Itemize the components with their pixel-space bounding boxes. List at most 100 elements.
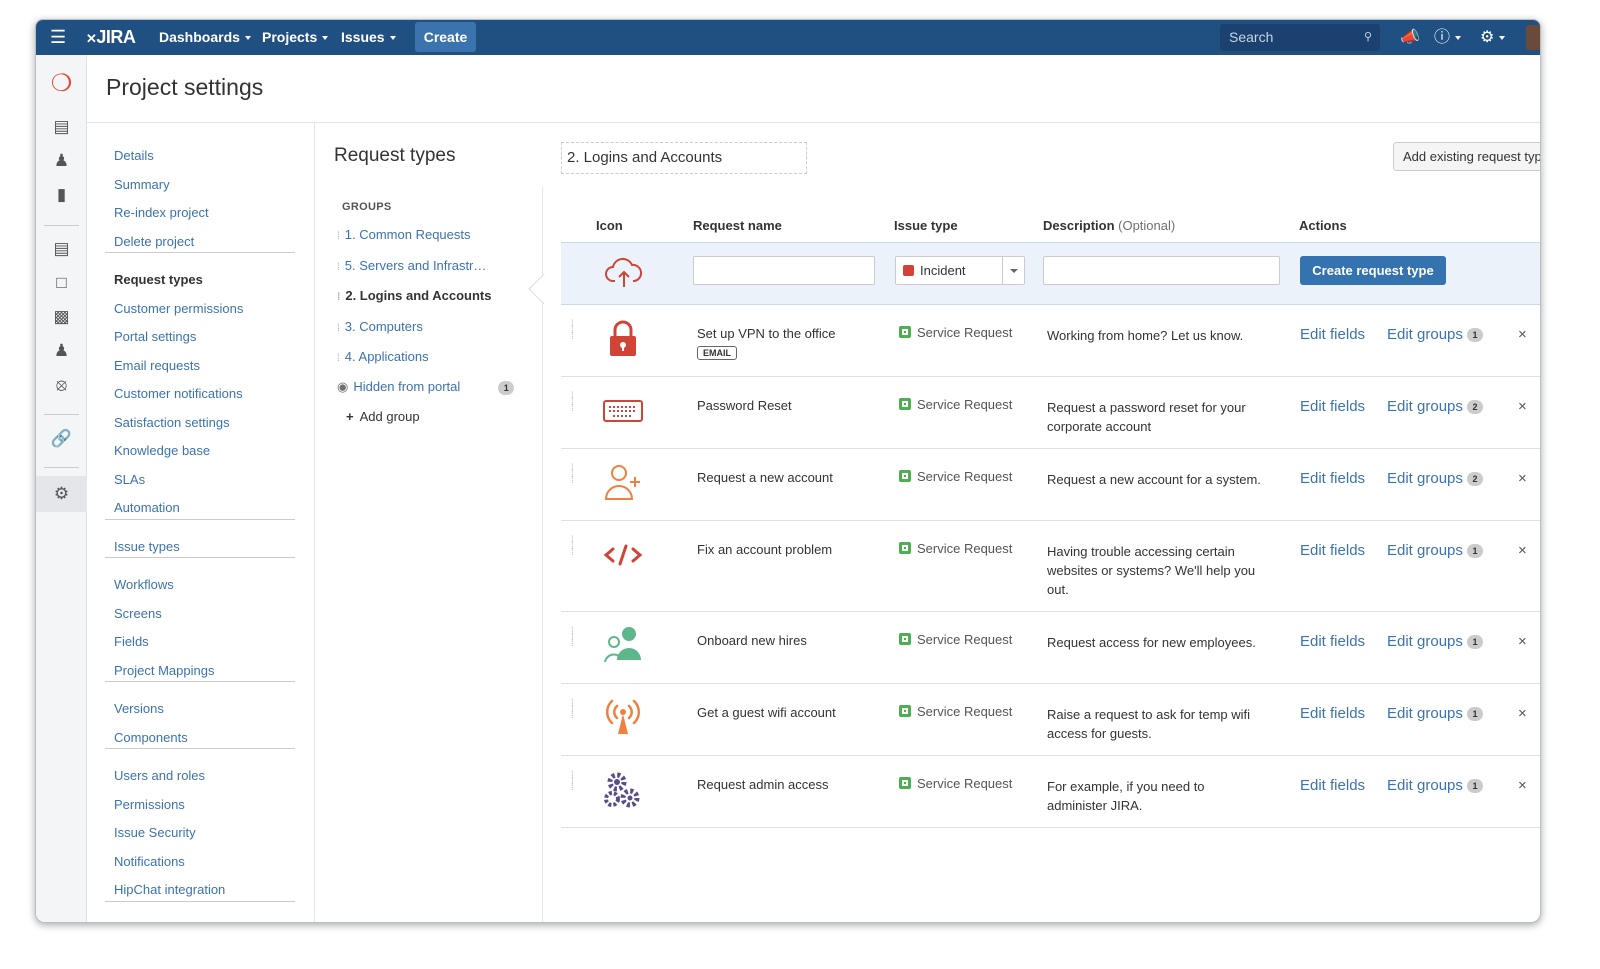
settings-nav-item[interactable]: Email requests <box>114 358 200 373</box>
backlog-icon[interactable]: □ <box>36 273 87 293</box>
app-switcher-icon[interactable]: ☰ <box>50 20 66 55</box>
drag-handle-icon[interactable]: ⁞ <box>337 353 340 364</box>
edit-fields-link[interactable]: Edit fields <box>1300 398 1365 415</box>
compass-icon[interactable]: ⦻ <box>36 375 87 395</box>
request-name-input[interactable] <box>693 256 875 285</box>
settings-nav-item[interactable]: Knowledge base <box>114 443 210 458</box>
reports-icon[interactable]: ▮ <box>36 185 87 205</box>
group-name-field[interactable]: 2. Logins and Accounts <box>561 142 807 174</box>
create-button[interactable]: Create <box>415 22 476 52</box>
settings-nav-item[interactable]: Details <box>114 148 154 163</box>
cloud-upload-icon[interactable] <box>605 257 643 294</box>
settings-icon[interactable]: ⚙ <box>36 476 87 512</box>
settings-nav-item[interactable]: Customer permissions <box>114 301 243 316</box>
drag-handle-icon[interactable]: ⁞ <box>337 323 340 334</box>
drag-handle-icon[interactable]: ⁞ ⁞ ⁞ <box>571 392 579 414</box>
group-item[interactable]: ⁞ 2. Logins and Accounts <box>337 288 492 303</box>
edit-groups-link[interactable]: Edit groups 1 <box>1387 705 1484 722</box>
delete-icon[interactable]: × <box>1518 470 1527 487</box>
link-icon[interactable]: 🔗 <box>36 429 87 449</box>
issue-type-select[interactable]: Incident <box>895 256 1025 285</box>
chevron-down-icon[interactable] <box>1002 257 1024 284</box>
drag-handle-icon[interactable]: ⁞ ⁞ ⁞ <box>571 320 579 342</box>
drag-handle-icon[interactable]: ⁞ <box>337 231 340 242</box>
gear-icon[interactable]: ⚙ <box>1480 20 1506 55</box>
settings-nav-item[interactable]: Portal settings <box>114 329 196 344</box>
nav-projects[interactable]: Projects <box>262 20 329 55</box>
settings-nav-item[interactable]: Fields <box>114 634 149 649</box>
code-icon[interactable] <box>601 533 645 577</box>
add-group-button[interactable]: + Add group <box>346 409 420 424</box>
edit-groups-link[interactable]: Edit groups 1 <box>1387 633 1484 650</box>
settings-nav-item[interactable]: Issue Security <box>114 825 196 840</box>
settings-nav-item[interactable]: HipChat integration <box>114 882 225 897</box>
delete-icon[interactable]: × <box>1518 777 1527 794</box>
drag-handle-icon[interactable]: ⁞ ⁞ ⁞ <box>571 699 579 721</box>
settings-nav-item[interactable]: Satisfaction settings <box>114 415 230 430</box>
add-user-icon[interactable] <box>601 461 645 505</box>
channels-icon[interactable]: ▩ <box>36 307 87 327</box>
invite-team-icon[interactable]: ♟ <box>36 341 87 361</box>
edit-fields-link[interactable]: Edit fields <box>1300 633 1365 650</box>
gears-icon[interactable] <box>601 768 645 812</box>
delete-icon[interactable]: × <box>1518 326 1527 343</box>
settings-nav-item[interactable]: Re-index project <box>114 205 209 220</box>
settings-nav-item[interactable]: Summary <box>114 177 170 192</box>
help-icon[interactable]: ⓘ <box>1434 20 1462 55</box>
settings-nav-item[interactable]: Customer notifications <box>114 386 243 401</box>
delete-icon[interactable]: × <box>1518 633 1527 650</box>
drag-handle-icon[interactable]: ⁞ ⁞ ⁞ <box>571 536 579 558</box>
settings-nav-item[interactable]: Request types <box>114 272 203 287</box>
edit-fields-link[interactable]: Edit fields <box>1300 705 1365 722</box>
delete-icon[interactable]: × <box>1518 398 1527 415</box>
project-avatar-icon[interactable]: ❍ <box>36 69 87 98</box>
delete-icon[interactable]: × <box>1518 542 1527 559</box>
group-item[interactable]: ⁞ 1. Common Requests <box>337 227 471 242</box>
edit-fields-link[interactable]: Edit fields <box>1300 326 1365 343</box>
nav-issues[interactable]: Issues <box>341 20 396 55</box>
drag-handle-icon[interactable]: ⁞ ⁞ ⁞ <box>571 464 579 486</box>
drag-handle-icon[interactable]: ⁞ <box>337 262 340 273</box>
edit-groups-link[interactable]: Edit groups 1 <box>1387 326 1484 343</box>
add-existing-request-type-button[interactable]: Add existing request typ <box>1393 142 1540 171</box>
settings-nav-item[interactable]: Automation <box>114 500 180 515</box>
edit-fields-link[interactable]: Edit fields <box>1300 470 1365 487</box>
edit-groups-link[interactable]: Edit groups 1 <box>1387 542 1484 559</box>
wifi-icon[interactable] <box>601 696 645 740</box>
drag-handle-icon[interactable]: ⁞ ⁞ ⁞ <box>571 771 579 793</box>
queues-icon[interactable]: ▤ <box>36 117 87 137</box>
settings-nav-item[interactable]: Issue types <box>114 539 180 554</box>
group-item[interactable]: ⁞ 5. Servers and Infrastr… <box>337 258 486 273</box>
edit-fields-link[interactable]: Edit fields <box>1300 777 1365 794</box>
avatar[interactable] <box>1526 25 1540 50</box>
settings-nav-item[interactable]: Project Mappings <box>114 663 214 678</box>
people-icon[interactable] <box>601 624 645 668</box>
settings-nav-item[interactable]: Delete project <box>114 234 194 249</box>
jira-logo[interactable]: ✕JIRA <box>86 20 136 55</box>
hidden-from-portal-group[interactable]: ◉ Hidden from portal 1 <box>337 379 515 395</box>
search-input[interactable]: Search ⚲ <box>1220 24 1380 51</box>
keyboard-icon[interactable] <box>601 389 645 433</box>
create-request-type-button[interactable]: Create request type <box>1300 256 1446 285</box>
megaphone-icon[interactable]: 📣 <box>1400 20 1420 55</box>
delete-icon[interactable]: × <box>1518 705 1527 722</box>
issues-icon[interactable]: ▤ <box>36 239 87 259</box>
group-item[interactable]: ⁞ 3. Computers <box>337 319 423 334</box>
edit-fields-link[interactable]: Edit fields <box>1300 542 1365 559</box>
settings-nav-item[interactable]: SLAs <box>114 472 145 487</box>
settings-nav-item[interactable]: Screens <box>114 606 162 621</box>
description-input[interactable] <box>1043 256 1280 285</box>
group-item[interactable]: ⁞ 4. Applications <box>337 349 429 364</box>
nav-dashboards[interactable]: Dashboards <box>159 20 251 55</box>
customers-icon[interactable]: ♟ <box>36 151 87 171</box>
edit-groups-link[interactable]: Edit groups 1 <box>1387 777 1484 794</box>
settings-nav-item[interactable]: Versions <box>114 701 164 716</box>
edit-groups-link[interactable]: Edit groups 2 <box>1387 398 1484 415</box>
settings-nav-item[interactable]: Notifications <box>114 854 185 869</box>
lock-icon[interactable] <box>601 317 645 361</box>
settings-nav-item[interactable]: Components <box>114 730 188 745</box>
drag-handle-icon[interactable]: ⁞ <box>337 292 341 303</box>
settings-nav-item[interactable]: Workflows <box>114 577 174 592</box>
edit-groups-link[interactable]: Edit groups 2 <box>1387 470 1484 487</box>
settings-nav-item[interactable]: Users and roles <box>114 768 205 783</box>
